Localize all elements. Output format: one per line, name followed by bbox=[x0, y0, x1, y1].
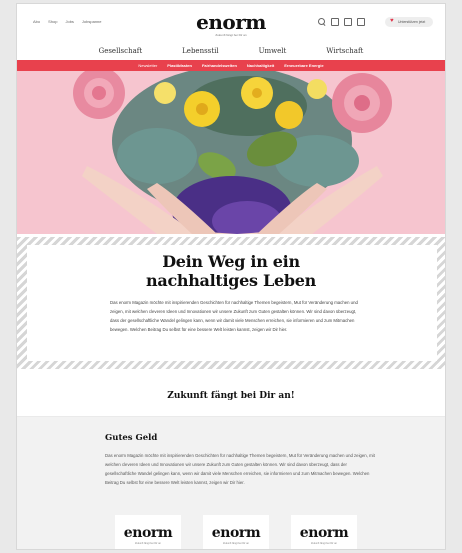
logo-word: enorm bbox=[211, 525, 261, 541]
subnav-item-plastikfasten[interactable]: Plastikfasten bbox=[167, 63, 192, 68]
headline-line-1: Dein Weg in ein bbox=[162, 252, 300, 271]
facebook-icon[interactable] bbox=[344, 18, 352, 26]
logo-sub: Zukunft fängt bei Dir an bbox=[135, 542, 161, 545]
page: Abo Shop Jobs Jobspanne enorm Zukunft fä… bbox=[16, 3, 446, 550]
site-tagline: Zukunft fängt bei Dir an bbox=[215, 33, 247, 37]
site-header: Abo Shop Jobs Jobspanne enorm Zukunft fä… bbox=[17, 4, 445, 42]
support-button[interactable]: Unterstützen jetzt bbox=[385, 17, 433, 27]
logo-sub: Zukunft fängt bei Dir an bbox=[311, 542, 337, 545]
hero-image bbox=[17, 71, 445, 234]
header-icons bbox=[318, 18, 365, 26]
gutes-geld-section: Gutes Geld Das enorm Magazin möchte mit … bbox=[17, 417, 445, 549]
headline-line-2: nachhaltiges Leben bbox=[146, 271, 316, 290]
logo-row: enorm Zukunft fängt bei Dir an enorm Zuk… bbox=[115, 515, 357, 549]
instagram-icon[interactable] bbox=[331, 18, 339, 26]
logo-sub: Zukunft fängt bei Dir an bbox=[223, 542, 249, 545]
subnav-item-fairhandel[interactable]: Fairhandelswelten bbox=[202, 63, 237, 68]
main-nav: Gesellschaft Lebensstil Umwelt Wirtschaf… bbox=[17, 42, 445, 60]
site-logo[interactable]: enorm bbox=[17, 12, 445, 32]
sub-nav: Newsletter Plastikfasten Fairhandelswelt… bbox=[17, 60, 445, 71]
nav-item-umwelt[interactable]: Umwelt bbox=[259, 47, 287, 55]
logo-card[interactable]: enorm Zukunft fängt bei Dir an bbox=[291, 515, 357, 549]
subnav-item-nachhaltigkeit[interactable]: Nachhaltigkeit bbox=[247, 63, 274, 68]
section-text: Das enorm Magazin möchte mit inspirieren… bbox=[105, 453, 375, 485]
hero-illustration bbox=[17, 71, 445, 234]
support-button-label: Unterstützen jetzt bbox=[398, 20, 426, 24]
heart-icon bbox=[390, 18, 395, 25]
logo-word: enorm bbox=[123, 525, 173, 541]
nav-item-wirtschaft[interactable]: Wirtschaft bbox=[326, 47, 363, 55]
subnav-item-energie[interactable]: Erneuerbare Energie bbox=[284, 63, 323, 68]
nav-item-gesellschaft[interactable]: Gesellschaft bbox=[99, 47, 143, 55]
search-icon[interactable] bbox=[318, 18, 326, 26]
article-intro: Das enorm Magazin möchte mit inspirieren… bbox=[110, 300, 358, 332]
section-title: Gutes Geld bbox=[105, 433, 158, 443]
logo-word: enorm bbox=[299, 525, 349, 541]
article-headline: Dein Weg in ein nachhaltiges Leben bbox=[17, 252, 445, 290]
motto-heading: Zukunft fängt bei Dir an! bbox=[167, 391, 295, 401]
nav-item-lebensstil[interactable]: Lebensstil bbox=[182, 47, 218, 55]
logo-card[interactable]: enorm Zukunft fängt bei Dir an bbox=[115, 515, 181, 549]
subnav-item-newsletter[interactable]: Newsletter bbox=[138, 63, 157, 68]
logo-card[interactable]: enorm Zukunft fängt bei Dir an bbox=[203, 515, 269, 549]
twitter-icon[interactable] bbox=[357, 18, 365, 26]
